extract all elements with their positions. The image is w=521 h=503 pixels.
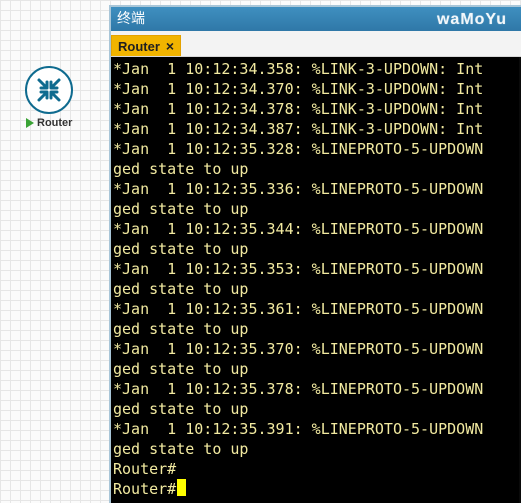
router-icon[interactable]	[25, 66, 73, 114]
terminal-line: *Jan 1 10:12:35.344: %LINEPROTO-5-UPDOWN	[113, 220, 484, 238]
terminal-tabbar: Router ×	[111, 31, 521, 57]
tab-router-label: Router	[118, 38, 160, 54]
terminal-line: *Jan 1 10:12:34.378: %LINK-3-UPDOWN: Int	[113, 100, 484, 118]
terminal-line: ged state to up	[113, 280, 249, 298]
play-icon	[26, 118, 34, 128]
terminal-prompt-line[interactable]: Router#	[113, 479, 521, 499]
tab-router[interactable]: Router ×	[111, 35, 182, 56]
terminal-line: ged state to up	[113, 440, 249, 458]
terminal-line: *Jan 1 10:12:34.358: %LINK-3-UPDOWN: Int	[113, 60, 484, 78]
cursor-block	[177, 479, 187, 496]
terminal-titlebar[interactable]: 终端 waMoYu	[111, 7, 521, 31]
terminal-line: *Jan 1 10:12:35.336: %LINEPROTO-5-UPDOWN	[113, 180, 484, 198]
router-label-text: Router	[37, 117, 73, 129]
terminal-line: *Jan 1 10:12:35.391: %LINEPROTO-5-UPDOWN	[113, 420, 484, 438]
terminal-line: *Jan 1 10:12:34.370: %LINK-3-UPDOWN: Int	[113, 80, 484, 98]
terminal-line: ged state to up	[113, 360, 249, 378]
terminal-line: *Jan 1 10:12:35.328: %LINEPROTO-5-UPDOWN	[113, 140, 484, 158]
terminal-line: ged state to up	[113, 320, 249, 338]
watermark-logo: waMoYu	[436, 11, 507, 28]
terminal-output[interactable]: *Jan 1 10:12:34.358: %LINK-3-UPDOWN: Int…	[111, 57, 521, 503]
terminal-line: *Jan 1 10:12:35.361: %LINEPROTO-5-UPDOWN	[113, 300, 484, 318]
terminal-prompt: Router#	[113, 480, 177, 498]
terminal-line: ged state to up	[113, 160, 249, 178]
terminal-line: *Jan 1 10:12:35.370: %LINEPROTO-5-UPDOWN	[113, 340, 484, 358]
router-node-label[interactable]: Router	[26, 117, 72, 129]
terminal-line: *Jan 1 10:12:35.353: %LINEPROTO-5-UPDOWN	[113, 260, 484, 278]
terminal-line: *Jan 1 10:12:34.387: %LINK-3-UPDOWN: Int	[113, 120, 484, 138]
window-title: 终端	[117, 11, 145, 27]
terminal-line: Router#	[113, 460, 177, 478]
terminal-line: *Jan 1 10:12:35.378: %LINEPROTO-5-UPDOWN	[113, 380, 484, 398]
terminal-window[interactable]: 终端 waMoYu Router × *Jan 1 10:12:34.358: …	[109, 5, 521, 503]
terminal-line: ged state to up	[113, 400, 249, 418]
terminal-line: ged state to up	[113, 200, 249, 218]
router-device-node[interactable]: Router	[20, 66, 80, 136]
close-icon[interactable]: ×	[166, 39, 174, 53]
terminal-line: ged state to up	[113, 240, 249, 258]
